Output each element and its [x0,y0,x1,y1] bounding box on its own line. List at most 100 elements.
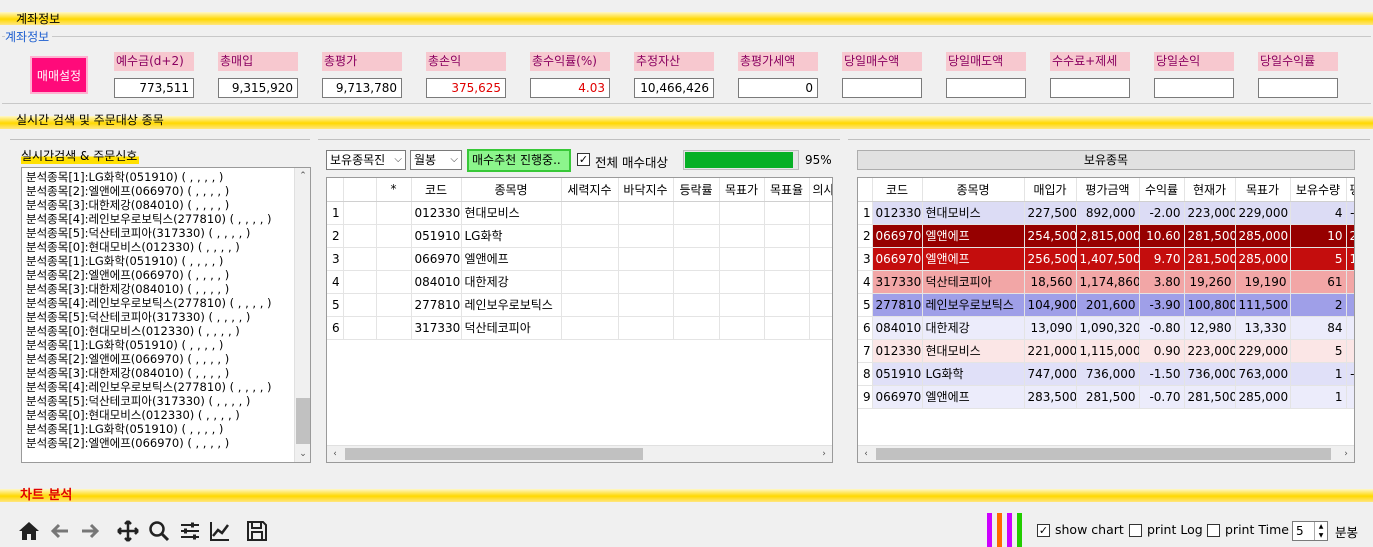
column-header[interactable]: 현재가 [1184,178,1236,202]
table-cell [618,293,674,317]
table-row[interactable]: 5 277810 레인보우로보틱스 104,900 201,600 -3.90 100,80… [858,293,1354,317]
table-row[interactable]: 2 066970 엘앤에프 254,500 2,815,000 10.60 281,500 2… [858,224,1354,248]
signals-scrollbar[interactable]: ⌃ ⌄ [294,168,310,462]
table-cell: 066970 [872,385,923,409]
list-item[interactable]: 분석종목[0]:현대모비스(012330) ( , , , , ) [22,408,293,422]
table-row[interactable]: 6 084010 대한제강 13,090 1,090,320 -0.80 12,980 13,… [858,316,1354,340]
column-header[interactable]: 보유수량 [1290,178,1347,202]
list-item[interactable]: 분석종목[3]:대한제강(084010) ( , , , , ) [22,282,293,296]
list-item[interactable]: 분석종목[1]:LG화학(051910) ( , , , , ) [22,170,293,184]
column-header[interactable]: 매입가 [1024,178,1077,202]
list-item[interactable]: 분석종목[2]:엘앤에프(066970) ( , , , , ) [22,184,293,198]
list-item[interactable]: 분석종목[2]:엘앤에프(066970) ( , , , , ) [22,436,293,450]
period-combo[interactable]: 월봉 ⌵ [410,150,462,170]
column-header[interactable]: 평가금액 [1076,178,1140,202]
all-buy-checkbox[interactable]: ✓ [577,153,590,166]
list-item[interactable]: 분석종목[5]:덕산테코피아(317330) ( , , , , ) [22,226,293,240]
color-bar [997,513,1002,547]
table-cell: -2.00 [1139,201,1185,225]
column-header[interactable]: 코드 [411,178,462,202]
configure-subplots-icon[interactable] [178,519,204,545]
signals-list[interactable]: 분석종목[1]:LG화학(051910) ( , , , , ) 분석종목[2]:… [21,167,311,463]
table-row[interactable]: 2 051910 LG화학 [327,224,832,248]
list-item[interactable]: 분석종목[5]:덕산테코피아(317330) ( , , , , ) [22,310,293,324]
holdings-grid[interactable]: 코드종목명매입가평가금액수익률현재가목표가보유수량평1012330현대모비스22… [857,177,1355,463]
list-item[interactable]: 분석종목[3]:대한제강(084010) ( , , , , ) [22,366,293,380]
table-row[interactable]: 8 051910 LG화학 747,000 736,000 -1.50 736,000 763… [858,362,1354,386]
table-row[interactable]: 1 012330 현대모비스 [327,201,832,225]
table-cell [764,201,810,225]
table-row[interactable]: 3 066970 엘앤에프 [327,247,832,271]
column-header[interactable]: * [376,178,412,202]
scroll-right-icon[interactable]: › [816,446,832,462]
list-item[interactable]: 분석종목[2]:엘앤에프(066970) ( , , , , ) [22,352,293,366]
metric-label: 수수료+제세 [1050,52,1130,71]
scroll-left-icon[interactable]: ‹ [858,446,874,462]
pan-icon[interactable] [116,519,142,545]
home-icon[interactable] [17,519,43,545]
table-cell: 1 [1346,247,1354,271]
column-header[interactable]: 의사 [809,178,832,202]
column-header[interactable]: 바닥지수 [618,178,674,202]
list-item[interactable]: 분석종목[3]:대한제강(084010) ( , , , , ) [22,198,293,212]
scroll-left-icon[interactable]: ‹ [327,446,343,462]
table-row[interactable]: 4 317330 덕산테코피아 18,560 1,174,860 3.80 19,260 19… [858,270,1354,294]
column-header[interactable] [858,178,873,202]
scroll-up-icon[interactable]: ⌃ [295,168,310,184]
save-icon[interactable] [245,519,271,545]
table-row[interactable]: 9 066970 엘앤에프 283,500 281,500 -0.70 281,500 285… [858,385,1354,409]
edit-axis-icon[interactable] [208,519,234,545]
column-header[interactable]: 코드 [872,178,923,202]
table-row[interactable]: 6 317330 덕산테코피아 [327,316,832,340]
list-item[interactable]: 분석종목[0]:현대모비스(012330) ( , , , , ) [22,240,293,254]
scroll-down-icon[interactable]: ⌄ [295,446,310,462]
interval-spinbox[interactable]: 5 ▲ ▼ [1292,521,1328,541]
back-arrow-icon[interactable] [48,519,74,545]
column-header[interactable]: 목표가 [1235,178,1291,202]
targets-grid[interactable]: * 코드 종목명 세력지수 바닥지수 등락률 목표가 목표율 의사 1 012330 현대모비스 2 05… [326,177,833,463]
list-item[interactable]: 분석종목[2]:엘앤에프(066970) ( , , , , ) [22,268,293,282]
table-row[interactable]: 1 012330 현대모비스 227,500 892,000 -2.00 223,000 22… [858,201,1354,225]
table-cell: 283,500 [1024,385,1077,409]
list-item[interactable]: 분석종목[1]:LG화학(051910) ( , , , , ) [22,422,293,436]
column-header[interactable]: 평 [1346,178,1354,202]
forward-arrow-icon[interactable] [78,519,104,545]
scroll-thumb[interactable] [296,398,310,444]
print-time-checkbox[interactable] [1207,524,1220,537]
zoom-icon[interactable] [147,519,173,545]
table-row[interactable]: 7 012330 현대모비스 221,000 1,115,000 0.90 223,000 2… [858,339,1354,363]
scroll-thumb[interactable] [876,448,1331,460]
list-item[interactable]: 분석종목[0]:현대모비스(012330) ( , , , , ) [22,324,293,338]
table-row[interactable]: 5 277810 레인보우로보틱스 [327,293,832,317]
print-time-label: print Time [1225,522,1289,537]
column-header[interactable]: 종목명 [461,178,562,202]
column-header[interactable]: 목표가 [719,178,765,202]
scroll-thumb[interactable] [345,448,643,460]
table-row[interactable]: 3 066970 엘앤에프 256,500 1,407,500 9.70 281,500 28… [858,247,1354,271]
recommend-button[interactable]: 매수추천 진행중.. [467,149,571,172]
column-header[interactable]: 목표율 [764,178,810,202]
spin-arrows-icon[interactable]: ▲ ▼ [1314,522,1327,540]
list-item[interactable]: 분석종목[5]:덕산테코피아(317330) ( , , , , ) [22,394,293,408]
column-header[interactable]: 등락률 [673,178,720,202]
list-item[interactable]: 분석종목[1]:LG화학(051910) ( , , , , ) [22,338,293,352]
scroll-right-icon[interactable]: › [1338,446,1354,462]
list-item[interactable]: 분석종목[4]:레인보우로보틱스(277810) ( , , , , ) [22,380,293,394]
source-combo[interactable]: 보유종목진 ⌵ [326,150,406,170]
holdings-hscrollbar[interactable]: ‹ › [858,445,1354,462]
column-header[interactable]: 세력지수 [561,178,619,202]
list-item[interactable]: 분석종목[1]:LG화학(051910) ( , , , , ) [22,254,293,268]
table-row[interactable]: 4 084010 대한제강 [327,270,832,294]
print-log-checkbox[interactable] [1129,524,1142,537]
column-header[interactable]: 수익률 [1139,178,1185,202]
list-item[interactable]: 분석종목[4]:레인보우로보틱스(277810) ( , , , , ) [22,212,293,226]
column-header[interactable] [343,178,377,202]
table-cell: 012330 [872,201,923,225]
list-item[interactable]: 분석종목[4]:레인보우로보틱스(277810) ( , , , , ) [22,296,293,310]
column-header[interactable] [327,178,344,202]
show-chart-checkbox[interactable]: ✓ [1037,524,1050,537]
targets-hscrollbar[interactable]: ‹ › [327,445,832,462]
table-cell [376,316,412,340]
trade-settings-button[interactable]: 매매설정 [30,56,88,94]
column-header[interactable]: 종목명 [922,178,1025,202]
